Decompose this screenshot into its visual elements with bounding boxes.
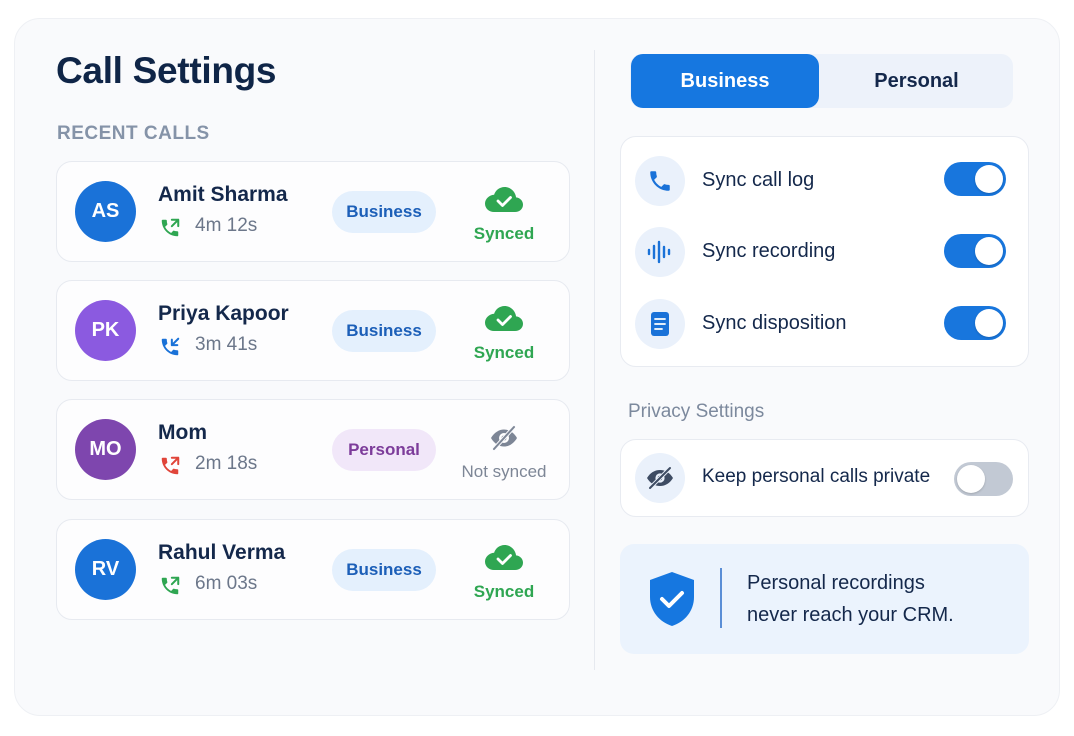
toggle-knob (975, 309, 1003, 337)
cloud-check-icon (485, 545, 523, 570)
outgoing-call-icon (161, 218, 180, 237)
contact-name: Amit Sharma (158, 183, 288, 206)
shield-check-icon (650, 572, 694, 626)
contact-name: Rahul Verma (158, 541, 286, 564)
toggle-knob (975, 165, 1003, 193)
avatar: PK (75, 300, 136, 361)
privacy-notice: Personal recordings never reach your CRM… (620, 544, 1029, 654)
document-icon (635, 299, 685, 349)
setting-sync-recording: Sync recording (621, 223, 1028, 283)
notice-text-line1: Personal recordings (747, 572, 925, 594)
tab-personal[interactable]: Personal (820, 54, 1013, 108)
sync-status: Synced (473, 582, 535, 601)
keep-personal-private-toggle[interactable] (954, 462, 1013, 496)
avatar: MO (75, 419, 136, 480)
eye-off-icon (635, 453, 685, 503)
page-title: Call Settings (56, 50, 277, 91)
sync-status: Not synced (461, 462, 547, 481)
privacy-settings-heading: Privacy Settings (628, 401, 765, 422)
notice-text-line2: never reach your CRM. (747, 604, 954, 626)
avatar: RV (75, 539, 136, 600)
call-type-badge: Business (332, 310, 436, 352)
setting-label: Sync disposition (702, 312, 847, 334)
notice-divider (720, 568, 722, 628)
sync-call-log-toggle[interactable] (944, 162, 1006, 196)
sync-disposition-toggle[interactable] (944, 306, 1006, 340)
setting-sync-call-log: Sync call log (621, 152, 1028, 212)
setting-keep-personal-private: Keep personal calls private (621, 449, 1028, 509)
cloud-check-icon (485, 306, 523, 331)
sync-status: Synced (473, 224, 535, 243)
toggle-knob (957, 465, 985, 493)
contact-name: Priya Kapoor (158, 302, 289, 325)
call-duration: 6m 03s (195, 573, 258, 594)
sync-recording-toggle[interactable] (944, 234, 1006, 268)
avatar: AS (75, 181, 136, 242)
call-type-badge: Personal (332, 429, 436, 471)
call-duration: 4m 12s (195, 215, 258, 236)
waveform-icon (635, 227, 685, 277)
sync-status: Synced (473, 343, 535, 362)
outgoing-call-icon (161, 576, 180, 595)
incoming-call-icon (161, 337, 180, 356)
call-row[interactable]: PK Priya Kapoor 3m 41s Business Synced (56, 280, 570, 381)
setting-label: Sync recording (702, 240, 836, 262)
call-duration: 2m 18s (195, 453, 258, 474)
call-type-badge: Business (332, 549, 436, 591)
toggle-knob (975, 237, 1003, 265)
call-duration: 3m 41s (195, 334, 258, 355)
tab-business[interactable]: Business (631, 54, 819, 108)
phone-icon (635, 156, 685, 206)
recent-calls-heading: RECENT CALLS (57, 123, 210, 144)
eye-off-icon (491, 425, 517, 451)
setting-label: Sync call log (702, 169, 815, 191)
outgoing-call-icon (161, 456, 180, 475)
call-row[interactable]: RV Rahul Verma 6m 03s Business Synced (56, 519, 570, 620)
column-divider (594, 50, 595, 670)
call-row[interactable]: MO Mom 2m 18s Personal Not synced (56, 399, 570, 500)
cloud-check-icon (485, 187, 523, 212)
call-type-badge: Business (332, 191, 436, 233)
setting-label: Keep personal calls private (702, 466, 931, 487)
mode-segmented-control: Business Personal (630, 54, 1013, 108)
call-row[interactable]: AS Amit Sharma 4m 12s Business Synced (56, 161, 570, 262)
privacy-settings-panel: Keep personal calls private (620, 439, 1029, 517)
sync-settings-panel: Sync call log Sync recording Sync dispos… (620, 136, 1029, 367)
setting-sync-disposition: Sync disposition (621, 295, 1028, 355)
contact-name: Mom (158, 421, 207, 444)
